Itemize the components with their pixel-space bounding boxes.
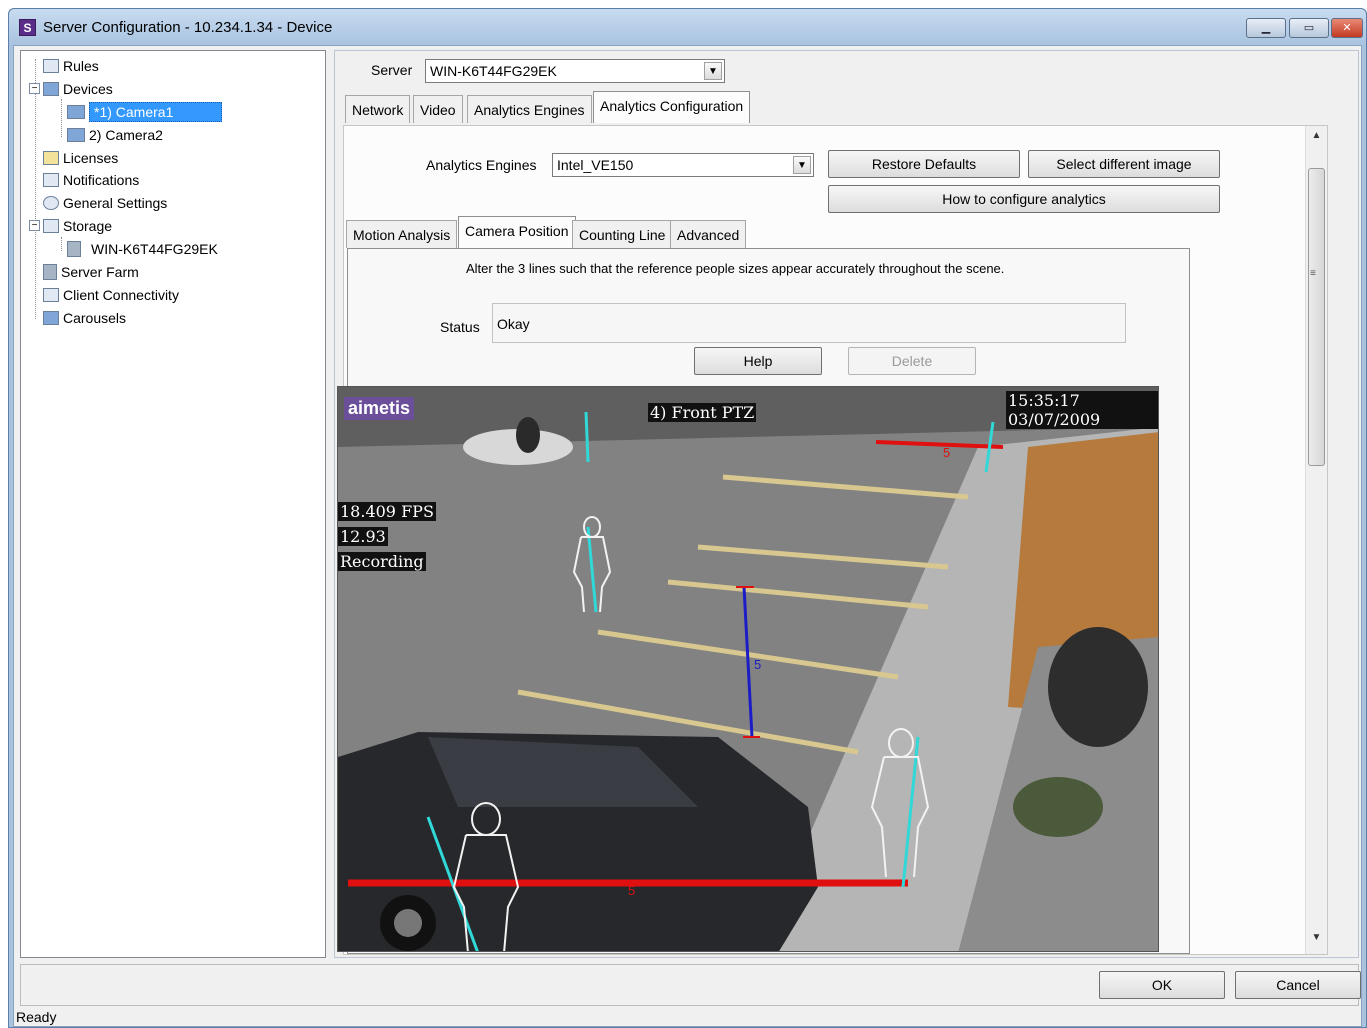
navigation-tree[interactable]: Rules − Devices *1) Camera1 2) Camera2 L…	[20, 50, 326, 958]
licenses-icon	[43, 150, 59, 165]
collapse-icon[interactable]: −	[29, 83, 40, 94]
status-bar: Ready	[16, 1009, 57, 1025]
tree-item-label: General Settings	[63, 194, 168, 211]
camera-name-overlay: 4) Front PTZ	[648, 403, 757, 422]
tree-item-label: Client Connectivity	[63, 286, 179, 303]
value-overlay: 12.93	[338, 527, 388, 546]
tab-video[interactable]: Video	[413, 95, 463, 123]
grip-icon: ≡	[1310, 268, 1316, 279]
collapse-icon[interactable]: −	[29, 220, 40, 231]
tree-item-general-settings[interactable]: General Settings	[43, 192, 167, 213]
server-select[interactable]: WIN-K6T44FG29EK ▼	[425, 59, 725, 83]
camera-icon	[67, 104, 85, 119]
application-window: S Server Configuration - 10.234.1.34 - D…	[8, 8, 1367, 1028]
tree-item-camera2[interactable]: 2) Camera2	[67, 124, 163, 145]
ok-button[interactable]: OK	[1099, 971, 1225, 999]
tree-item-camera1[interactable]: *1) Camera1	[67, 101, 222, 122]
tree-item-client-connectivity[interactable]: Client Connectivity	[43, 284, 179, 305]
server-icon	[67, 240, 81, 257]
tree-item-label: Storage	[63, 217, 113, 234]
maximize-button[interactable]: ▭	[1289, 18, 1329, 38]
tree-item-label: Server Farm	[61, 263, 139, 280]
tree-item-server-farm[interactable]: Server Farm	[43, 261, 139, 282]
analytics-engine-value: Intel_VE150	[557, 157, 634, 173]
dropdown-arrow-icon[interactable]: ▼	[793, 156, 811, 174]
vertical-scrollbar[interactable]: ▲ ≡ ▼	[1305, 126, 1327, 954]
tab-counting-line[interactable]: Counting Line	[572, 220, 673, 248]
window-title: Server Configuration - 10.234.1.34 - Dev…	[43, 19, 333, 36]
tree-item-devices[interactable]: − Devices	[29, 78, 113, 99]
tab-advanced[interactable]: Advanced	[670, 220, 747, 248]
tab-motion-analysis[interactable]: Motion Analysis	[346, 220, 458, 248]
tree-item-carousels[interactable]: Carousels	[43, 307, 126, 328]
monitor-icon	[43, 310, 59, 325]
camera-icon	[67, 127, 85, 142]
tab-camera-position[interactable]: Camera Position	[458, 216, 576, 248]
device-tabs: Network Video Analytics Engines Analytic…	[345, 91, 1345, 125]
tab-analytics-engines[interactable]: Analytics Engines	[467, 95, 592, 123]
title-bar[interactable]: S Server Configuration - 10.234.1.34 - D…	[9, 9, 1366, 47]
back-line-label: 5	[943, 445, 951, 460]
recording-overlay: Recording	[338, 552, 426, 571]
app-icon: S	[19, 19, 36, 36]
close-button[interactable]: ✕	[1331, 18, 1363, 38]
tree-item-label-selected: *1) Camera1	[89, 101, 222, 122]
network-icon	[43, 287, 59, 302]
analytics-engines-label: Analytics Engines	[426, 157, 537, 173]
fps-overlay: 18.409 FPS	[338, 502, 436, 521]
camera-snapshot[interactable]: aimetis 4) Front PTZ 15:35:17 03/07/2009…	[337, 386, 1159, 952]
server-farm-icon	[43, 263, 57, 280]
instruction-text: Alter the 3 lines such that the referenc…	[466, 261, 1005, 276]
select-different-image-button[interactable]: Select different image	[1028, 150, 1220, 178]
server-label: Server	[371, 62, 413, 78]
analytics-subtabs: Motion Analysis Camera Position Counting…	[344, 216, 1184, 248]
tree-item-storage-server[interactable]: WIN-K6T44FG29EK	[67, 238, 218, 259]
tree-item-notifications[interactable]: Notifications	[43, 169, 139, 190]
tree-guide-line	[61, 99, 62, 137]
tree-item-rules[interactable]: Rules	[43, 55, 99, 76]
tab-network[interactable]: Network	[345, 95, 411, 123]
middle-line-label: 5	[754, 657, 762, 672]
cancel-button[interactable]: Cancel	[1235, 971, 1361, 999]
server-select-value: WIN-K6T44FG29EK	[430, 63, 557, 79]
tree-item-label: WIN-K6T44FG29EK	[91, 240, 218, 257]
scroll-up-icon[interactable]: ▲	[1308, 130, 1325, 146]
scrollbar-thumb[interactable]	[1308, 168, 1325, 466]
envelope-icon	[43, 172, 59, 187]
client-area: Rules − Devices *1) Camera1 2) Camera2 L…	[13, 45, 1362, 1027]
rules-icon	[43, 58, 59, 73]
tree-item-licenses[interactable]: Licenses	[43, 147, 118, 168]
restore-defaults-button[interactable]: Restore Defaults	[828, 150, 1020, 178]
status-label: Status	[440, 319, 480, 335]
how-to-configure-button[interactable]: How to configure analytics	[828, 185, 1220, 213]
delete-button: Delete	[848, 347, 976, 375]
tree-guide-line	[61, 237, 62, 251]
clock-icon	[43, 195, 59, 210]
tree-item-storage[interactable]: − Storage	[29, 215, 112, 236]
front-line-label: 5	[628, 883, 636, 898]
devices-icon	[43, 81, 59, 96]
timestamp-overlay: 15:35:17 03/07/2009	[1006, 391, 1158, 429]
tree-item-label: Carousels	[63, 309, 127, 326]
dialog-button-bar: OK Cancel	[20, 964, 1361, 1006]
tree-item-label: Devices	[63, 80, 113, 97]
dropdown-arrow-icon[interactable]: ▼	[704, 62, 722, 80]
tree-item-label: Licenses	[63, 149, 119, 166]
analytics-configuration-panel: Analytics Engines Intel_VE150 ▼ Restore …	[337, 125, 1328, 955]
camera-scene	[338, 387, 1158, 951]
analytics-engine-select[interactable]: Intel_VE150 ▼	[552, 153, 814, 177]
status-field: Okay	[492, 303, 1126, 343]
minimize-button[interactable]: ▁	[1246, 18, 1286, 38]
storage-icon	[43, 218, 59, 233]
tree-item-label: Rules	[63, 57, 99, 74]
scroll-down-icon[interactable]: ▼	[1308, 932, 1325, 948]
tree-item-label: 2) Camera2	[89, 126, 163, 143]
camera-position-panel: Alter the 3 lines such that the referenc…	[337, 248, 1190, 954]
tab-analytics-configuration[interactable]: Analytics Configuration	[593, 91, 751, 123]
camera-logo: aimetis	[344, 397, 415, 420]
help-button[interactable]: Help	[694, 347, 822, 375]
device-settings-pane: Server WIN-K6T44FG29EK ▼ Network Video A…	[334, 50, 1359, 958]
tree-item-label: Notifications	[63, 171, 140, 188]
